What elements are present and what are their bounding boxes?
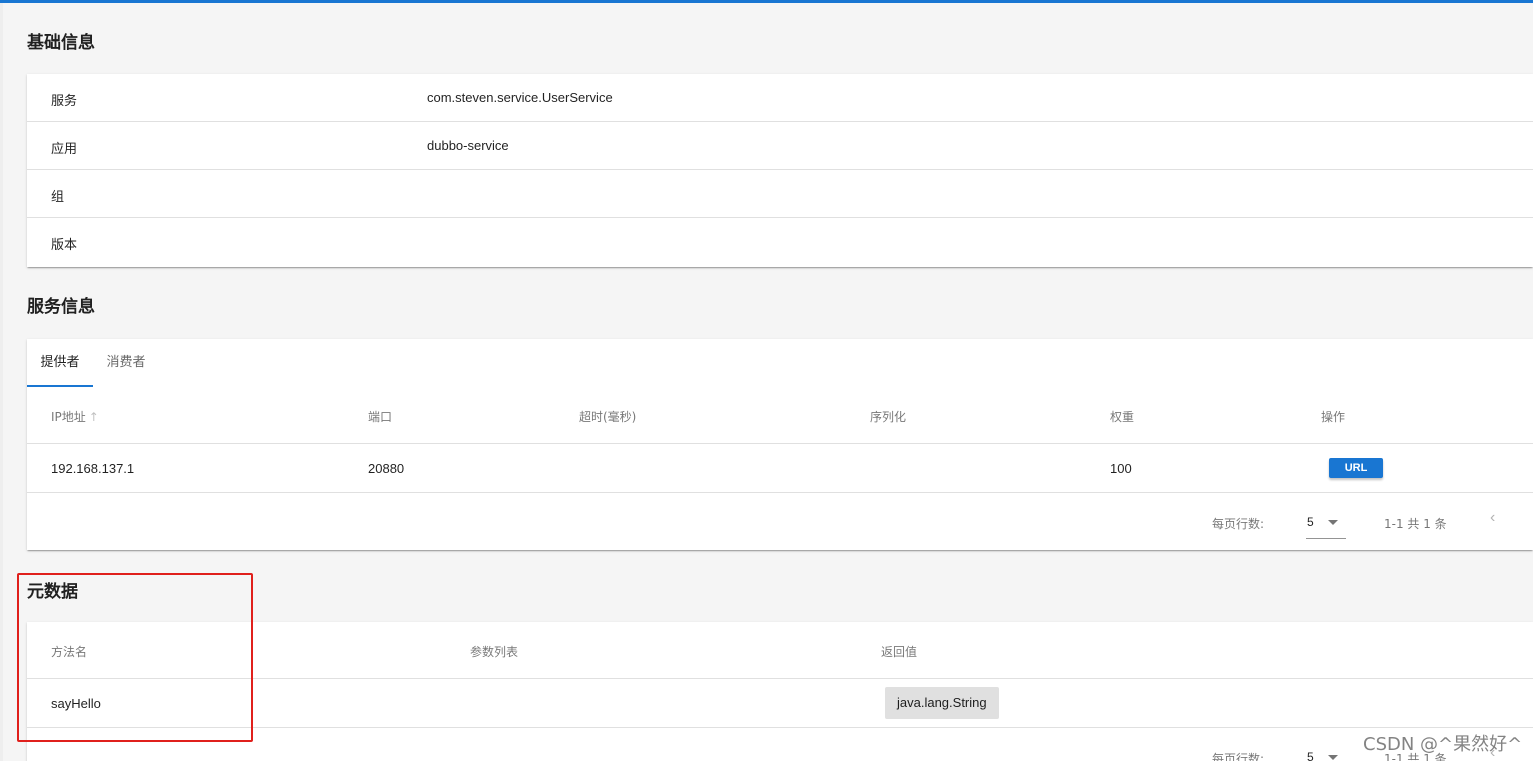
rows-per-page-label: 每页行数: (1212, 752, 1265, 761)
info-key: 应用 (51, 142, 78, 157)
chevron-left-icon[interactable]: ‹ (1490, 510, 1504, 526)
tabs: 提供者 消费者 (27, 339, 1533, 387)
arrow-up-icon: ↑ (88, 410, 99, 424)
rows-per-page-select[interactable]: 5 (1306, 742, 1346, 761)
rows-per-page-label: 每页行数: (1212, 517, 1265, 531)
basic-info-title: 基础信息 (27, 33, 95, 53)
tab-consumers[interactable]: 消费者 (93, 339, 159, 387)
info-row-version: 版本 (27, 218, 1533, 266)
basic-info-card: 服务 com.steven.service.UserService 应用 dub… (27, 74, 1533, 267)
pagination: 每页行数: 5 1-1 共 1 条 ‹ (27, 493, 1533, 551)
column-header-action: 操作 (1321, 410, 1346, 424)
info-row-service: 服务 com.steven.service.UserService (27, 74, 1533, 122)
info-row-application: 应用 dubbo-service (27, 122, 1533, 170)
info-value: dubbo-service (427, 138, 509, 153)
table-row: 192.168.137.1 20880 100 URL (27, 444, 1533, 493)
page-range: 1-1 共 1 条 (1384, 517, 1447, 531)
dropdown-arrow-icon (1328, 520, 1338, 525)
cell-ip: 192.168.137.1 (51, 461, 135, 476)
top-accent-bar (0, 0, 1533, 3)
info-value: com.steven.service.UserService (427, 90, 613, 105)
service-info-title: 服务信息 (27, 297, 95, 317)
column-header-weight: 权重 (1110, 410, 1135, 424)
table-header: IP地址 ↑ 端口 超时(毫秒) 序列化 权重 操作 (27, 387, 1533, 444)
cell-port: 20880 (368, 461, 405, 476)
left-edge (0, 3, 3, 761)
column-header-ip[interactable]: IP地址 ↑ (51, 408, 99, 425)
watermark: CSDN @^果然好^ (1363, 734, 1523, 755)
column-header-timeout: 超时(毫秒) (579, 410, 637, 424)
info-row-group: 组 (27, 170, 1533, 218)
tab-providers[interactable]: 提供者 (27, 339, 93, 387)
column-header-serialization: 序列化 (870, 410, 907, 424)
column-header-params: 参数列表 (470, 645, 519, 659)
cell-weight: 100 (1110, 461, 1132, 476)
info-key: 服务 (51, 94, 78, 109)
column-header-port: 端口 (368, 410, 393, 424)
service-info-card: 提供者 消费者 IP地址 ↑ 端口 超时(毫秒) 序列化 权重 操作 192.16… (27, 339, 1533, 550)
url-button[interactable]: URL (1329, 458, 1383, 478)
rows-per-page-select[interactable]: 5 (1306, 507, 1346, 539)
rows-per-page-value: 5 (1307, 750, 1314, 761)
rows-per-page-value: 5 (1307, 515, 1314, 529)
info-key: 版本 (51, 238, 78, 253)
column-header-return: 返回值 (881, 645, 918, 659)
dropdown-arrow-icon (1328, 755, 1338, 760)
info-key: 组 (51, 190, 65, 205)
highlight-annotation-box (17, 573, 253, 742)
return-type-chip: java.lang.String (885, 687, 999, 719)
